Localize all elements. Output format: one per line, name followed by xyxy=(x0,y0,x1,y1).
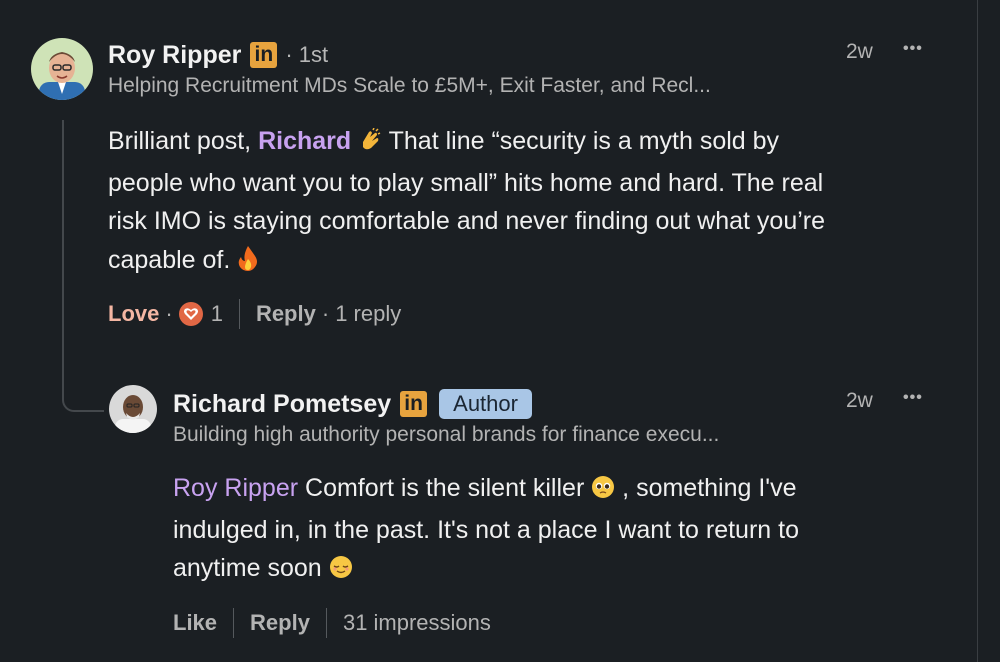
more-options-button[interactable]: ••• xyxy=(903,40,923,58)
comment-header: Roy Ripper in · 1st xyxy=(108,38,328,72)
linkedin-premium-icon: in xyxy=(400,391,428,417)
comment-timestamp: 2w xyxy=(846,40,873,63)
reply-text-line3: anytime soon xyxy=(173,554,322,582)
reply-text-line1-after: , something I've xyxy=(622,474,797,502)
author-badge: Author xyxy=(439,389,532,419)
reply-to-reply-button[interactable]: Reply xyxy=(250,610,310,636)
reply-count[interactable]: 1 reply xyxy=(335,301,401,327)
thread-connector-line xyxy=(62,120,104,412)
reply-text-line1: Comfort is the silent killer xyxy=(305,474,585,502)
comment-actions: Love · 1 Reply · 1 reply xyxy=(108,298,401,330)
reaction-count[interactable]: 1 xyxy=(211,301,223,327)
author-name[interactable]: Roy Ripper xyxy=(108,41,241,70)
action-divider xyxy=(325,608,327,638)
avatar-richard-pometsey[interactable] xyxy=(109,385,157,433)
mention-richard[interactable]: Richard xyxy=(258,127,351,155)
panel-divider xyxy=(977,0,978,662)
reply-text-line2: indulged in, in the past. It's not a pla… xyxy=(173,515,799,544)
relieved-face-emoji xyxy=(329,552,353,591)
impressions-count[interactable]: 31 impressions xyxy=(343,610,491,636)
heart-reaction-icon[interactable] xyxy=(178,302,203,326)
action-divider xyxy=(233,608,235,638)
reply-author-headline: Building high authority personal brands … xyxy=(173,423,720,446)
love-reaction-button[interactable]: Love xyxy=(108,301,159,327)
comment-text-line1-after: That line “security is a myth sold by xyxy=(388,127,780,155)
mention-roy-ripper[interactable]: Roy Ripper xyxy=(173,474,298,502)
reply-timestamp: 2w xyxy=(846,389,873,412)
comment-text-line2: people who want you to play small” hits … xyxy=(108,168,824,197)
clapping-hands-emoji xyxy=(358,125,382,164)
reply-header: Richard Pometsey in Author xyxy=(173,386,532,422)
connection-degree: · 1st xyxy=(285,42,329,67)
comment-text-line1-before: Brilliant post, xyxy=(108,127,252,155)
comment-body: Brilliant post, Richard That line “secur… xyxy=(108,122,948,282)
reply-actions: Like Reply 31 impressions xyxy=(173,607,491,639)
reply-more-options-button[interactable]: ••• xyxy=(903,389,923,407)
fire-emoji xyxy=(237,244,259,283)
comment-text-line3: risk IMO is staying comfortable and neve… xyxy=(108,207,826,235)
linkedin-premium-icon: in xyxy=(250,42,278,68)
reply-button[interactable]: Reply xyxy=(256,301,316,327)
avatar-roy-ripper[interactable] xyxy=(31,38,93,100)
like-button[interactable]: Like xyxy=(173,610,217,636)
reply-body: Roy Ripper Comfort is the silent killer … xyxy=(173,469,953,591)
author-headline: Helping Recruitment MDs Scale to £5M+, E… xyxy=(108,74,711,97)
comment-text-line4: capable of. xyxy=(108,245,231,274)
reply-author-name[interactable]: Richard Pometsey xyxy=(173,390,391,419)
action-divider xyxy=(238,299,240,329)
pleading-face-emoji xyxy=(591,472,615,511)
